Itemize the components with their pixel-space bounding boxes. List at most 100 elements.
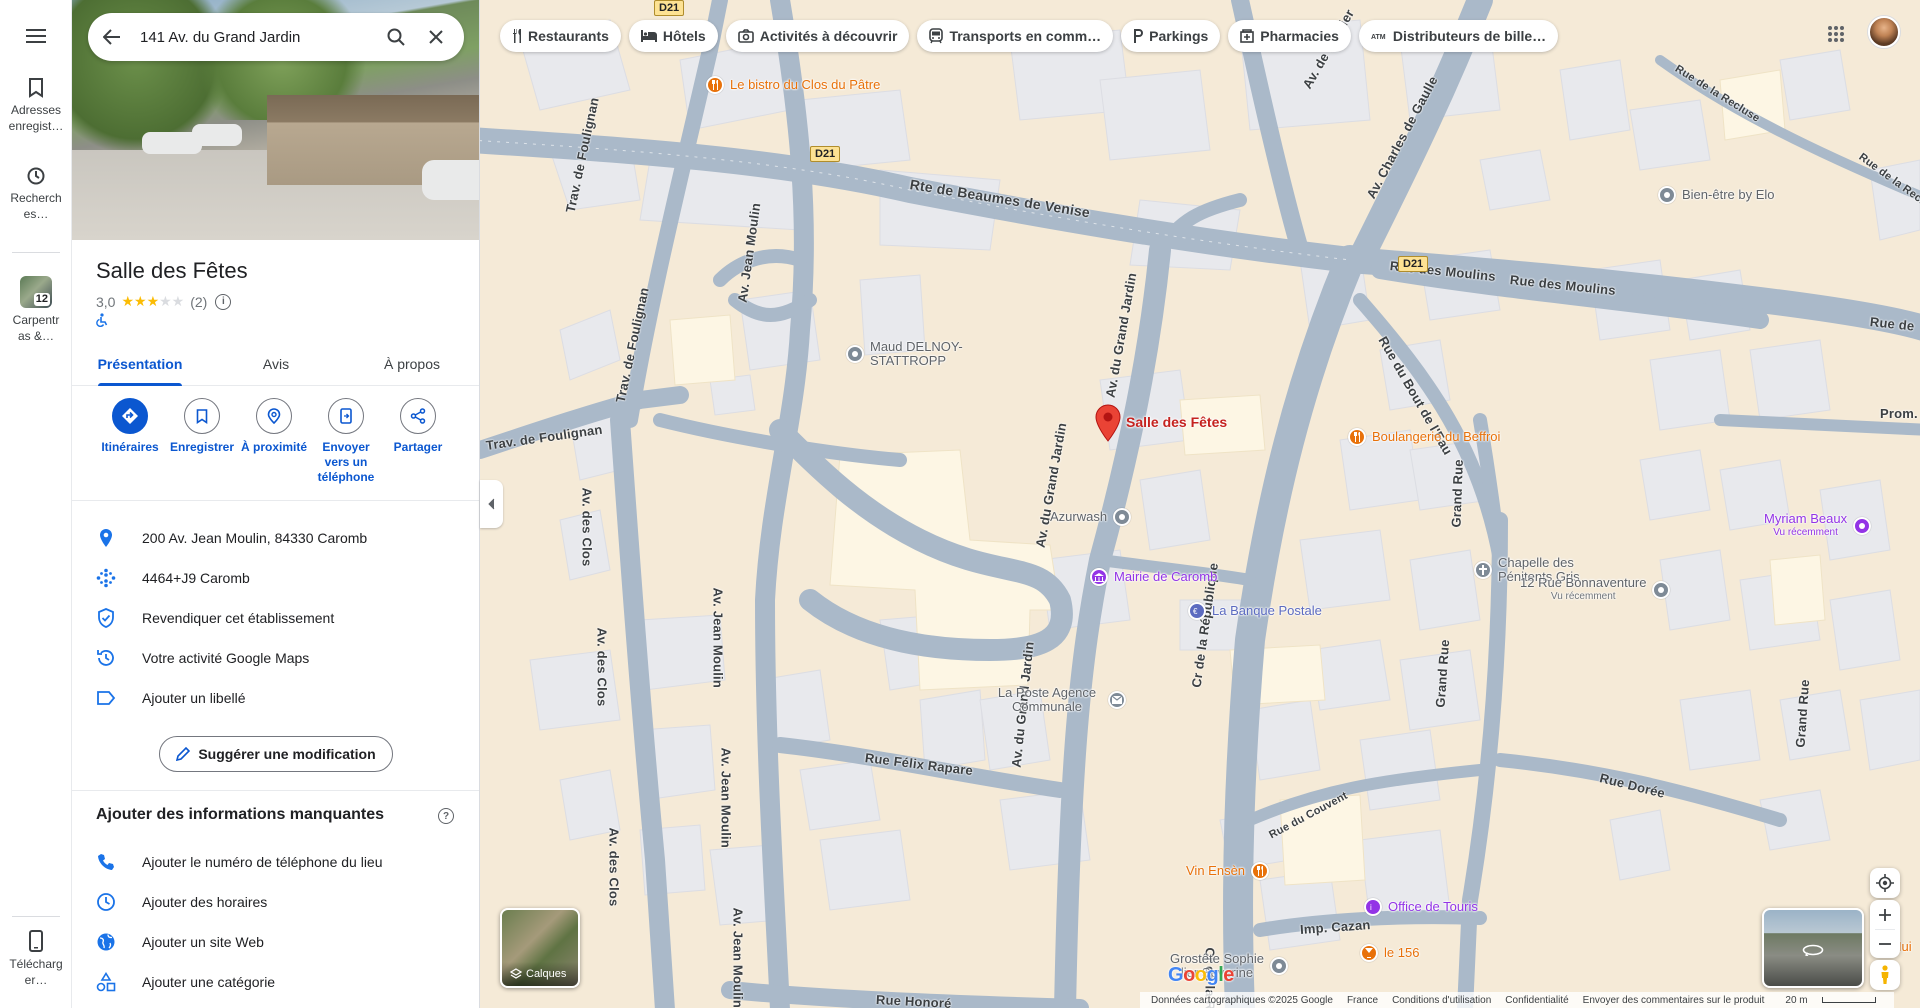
- rail-recents[interactable]: Recherch es…: [0, 166, 72, 222]
- chip-atm[interactable]: ATM Distributeurs de bille…: [1358, 20, 1559, 52]
- share-label: Partager: [393, 440, 443, 454]
- privacy-link[interactable]: Confidentialité: [1505, 995, 1568, 1006]
- hotel-icon: [640, 30, 657, 42]
- category-chips: Restaurants Hôtels Activités à découvrir…: [500, 20, 1559, 52]
- tab-avis[interactable]: Avis: [208, 346, 344, 385]
- help-icon[interactable]: ?: [438, 808, 454, 824]
- poi-banque[interactable]: € La Banque Postale: [1188, 602, 1322, 620]
- add-category-row[interactable]: Ajouter une catégorie: [72, 962, 479, 1002]
- street-label: Grand Rue: [1448, 459, 1466, 528]
- rail-download-app[interactable]: Télécharg er…: [0, 930, 72, 988]
- send-to-phone-button[interactable]: Envoyer vers un téléphone: [310, 398, 382, 485]
- rating-row: 3,0 ★★★★★ (2) i: [96, 293, 232, 310]
- poi-poste[interactable]: La Poste Agence Communale: [992, 686, 1126, 714]
- terms-link[interactable]: Conditions d'utilisation: [1392, 995, 1491, 1006]
- google-apps-button[interactable]: [1822, 20, 1850, 48]
- phone-icon: [98, 854, 114, 870]
- chip-hotels[interactable]: Hôtels: [628, 20, 718, 52]
- rail-saved[interactable]: Adresses enregist…: [0, 78, 72, 134]
- chip-transit[interactable]: Transports en comm…: [917, 20, 1114, 52]
- recent-place-badge: 12: [33, 293, 50, 306]
- selected-place-pin[interactable]: [1094, 404, 1122, 447]
- clear-search-button[interactable]: [416, 13, 456, 61]
- collapse-panel-button[interactable]: [480, 480, 503, 528]
- back-button[interactable]: [88, 13, 136, 61]
- left-rail: Adresses enregist… Recherch es… 12 Carpe…: [0, 0, 72, 1008]
- poi-le156[interactable]: le 156: [1360, 944, 1419, 962]
- review-count[interactable]: (2): [190, 294, 207, 310]
- poi-office-tourisme[interactable]: i Office de Touris: [1364, 898, 1478, 916]
- add-hours-text: Ajouter des horaires: [142, 894, 268, 910]
- rail-divider-bottom: [12, 916, 60, 917]
- send-to-phone-icon: [340, 408, 352, 424]
- menu-button[interactable]: [16, 20, 56, 52]
- tab-a-propos[interactable]: À propos: [344, 346, 479, 385]
- tab-presentation[interactable]: Présentation: [72, 346, 208, 386]
- nearby-button[interactable]: À proximité: [238, 398, 310, 455]
- poi-vin[interactable]: Vin Ensèn: [1186, 862, 1270, 880]
- my-location-button[interactable]: [1870, 868, 1900, 898]
- scale-indicator[interactable]: 20 m: [1778, 995, 1882, 1006]
- chip-restaurants[interactable]: Restaurants: [500, 20, 621, 52]
- poi-bonnaventure[interactable]: 12 Rue Bonnaventure Vu récemment: [1520, 576, 1671, 604]
- map-data-credit: Données cartographiques ©2025 Google: [1151, 994, 1333, 1006]
- plus-code-text: 4464+J9 Caromb: [142, 570, 250, 586]
- rail-divider: [12, 252, 60, 253]
- suggest-edit-button[interactable]: Suggérer une modification: [159, 736, 393, 772]
- info-list: 200 Av. Jean Moulin, 84330 Caromb 4464+J…: [72, 518, 479, 718]
- poi-azurwash[interactable]: Azurwash: [1050, 508, 1132, 526]
- search-input[interactable]: [140, 28, 360, 46]
- info-icon[interactable]: i: [215, 293, 232, 310]
- add-label-row[interactable]: Ajouter un libellé: [72, 678, 479, 718]
- address-row[interactable]: 200 Av. Jean Moulin, 84330 Caromb: [72, 518, 479, 558]
- street-label: Prom.: [1880, 406, 1918, 421]
- rail-recents-label: Recherch es…: [10, 191, 62, 221]
- poi-maud[interactable]: Maud DELNOY-STATTROPP: [846, 340, 990, 368]
- restaurant-icon: [1348, 428, 1366, 446]
- share-button[interactable]: Partager: [382, 398, 454, 455]
- map-canvas[interactable]: Rte de Beaumes de Venise Rue des Moulins…: [480, 0, 1920, 1008]
- country-link[interactable]: France: [1347, 995, 1378, 1006]
- save-button[interactable]: Enregistrer: [166, 398, 238, 455]
- add-label-text: Ajouter un libellé: [142, 690, 246, 706]
- poi-mairie[interactable]: Mairie de Caromb: [1090, 568, 1217, 586]
- chip-activities[interactable]: Activités à découvrir: [725, 20, 910, 52]
- poi-bistro[interactable]: Le bistro du Clos du Pâtre: [706, 76, 880, 94]
- google-logo: Google: [1168, 964, 1234, 986]
- plus-code-row[interactable]: 4464+J9 Caromb: [72, 558, 479, 598]
- directions-button[interactable]: Itinéraires: [94, 398, 166, 455]
- route-shield: D21: [810, 146, 841, 162]
- zoom-out-button[interactable]: [1870, 930, 1900, 958]
- pegman-button[interactable]: [1870, 960, 1900, 990]
- restaurant-icon: [513, 29, 521, 43]
- poi-bienetre[interactable]: Bien-être by Elo: [1658, 186, 1775, 204]
- street-label: Av. des Clos: [579, 487, 595, 567]
- street-view-thumbnail[interactable]: [1762, 908, 1864, 988]
- chip-parkings[interactable]: Parkings: [1121, 20, 1221, 52]
- add-category-text: Ajouter une catégorie: [142, 974, 276, 990]
- poi-boulangerie[interactable]: Boulangerie du Beffroi: [1348, 428, 1500, 446]
- globe-icon: [97, 933, 115, 951]
- place-icon: [846, 345, 864, 363]
- add-website-row[interactable]: Ajouter un site Web: [72, 922, 479, 962]
- maps-activity-row[interactable]: Votre activité Google Maps: [72, 638, 479, 678]
- layers-label: Calques: [526, 968, 567, 980]
- account-avatar[interactable]: [1868, 16, 1900, 48]
- directions-icon: [122, 408, 138, 424]
- place-title: Salle des Fêtes: [96, 258, 248, 283]
- search-button[interactable]: [376, 13, 416, 61]
- feedback-link[interactable]: Envoyer des commentaires sur le produit: [1583, 995, 1765, 1006]
- zoom-in-button[interactable]: [1870, 901, 1900, 929]
- save-label: Enregistrer: [169, 440, 235, 454]
- selected-place-label[interactable]: Salle des Fêtes: [1126, 414, 1227, 430]
- layers-button[interactable]: Calques: [500, 908, 580, 988]
- poi-myriam[interactable]: Myriam Beaux Vu récemment: [1764, 512, 1872, 540]
- claim-business-row[interactable]: Revendiquer cet établissement: [72, 598, 479, 638]
- rail-recent-place[interactable]: 12 Carpentr as &…: [0, 276, 72, 344]
- street-label: Av. des Clos: [594, 627, 610, 707]
- chip-pharmacies[interactable]: Pharmacies: [1228, 20, 1351, 52]
- add-hours-row[interactable]: Ajouter des horaires: [72, 882, 479, 922]
- category-icon: [96, 972, 116, 992]
- place-icon: [1113, 508, 1132, 526]
- add-phone-row[interactable]: Ajouter le numéro de téléphone du lieu: [72, 842, 479, 882]
